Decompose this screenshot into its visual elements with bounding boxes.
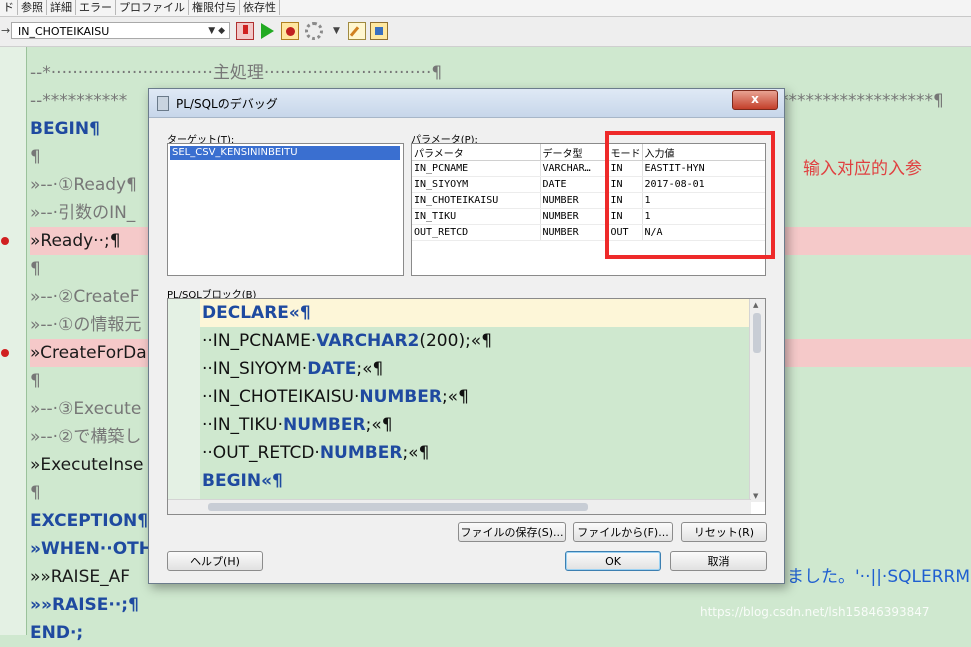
load-file-button[interactable]: ファイルから(F)...	[573, 522, 673, 542]
help-button[interactable]: ヘルプ(H)	[167, 551, 263, 571]
param-type: DATE	[540, 176, 609, 193]
tab-profile[interactable]: プロファイル	[116, 0, 189, 15]
scrollbar-thumb[interactable]	[753, 313, 761, 353]
arrow-icon: →	[1, 24, 11, 37]
column-header[interactable]: パラメータ	[412, 144, 541, 161]
horizontal-scrollbar[interactable]	[168, 499, 751, 514]
param-name: IN_PCNAME	[412, 160, 541, 177]
procedure-select-value: IN_CHOTEIKAISU	[18, 25, 110, 38]
tab-dependencies[interactable]: 依存性	[240, 0, 280, 15]
scroll-down-icon[interactable]: ▼	[753, 492, 758, 500]
breakpoint-icon[interactable]	[1, 237, 9, 245]
param-type: VARCHAR…	[540, 160, 609, 177]
ok-button[interactable]: OK	[565, 551, 661, 571]
dialog-titlebar[interactable]: PL/SQLのデバッグ x	[149, 89, 784, 118]
save-file-button[interactable]: ファイルの保存(S)...	[458, 522, 566, 542]
plsql-block-editor[interactable]: DECLARE«¶ ··IN_PCNAME·VARCHAR2(200);«¶ ·…	[167, 298, 766, 515]
code-area[interactable]: DECLARE«¶ ··IN_PCNAME·VARCHAR2(200);«¶ ·…	[200, 299, 751, 502]
watermark: https://blog.csdn.net/lsh15846393847	[700, 605, 930, 619]
tab-grants[interactable]: 権限付与	[189, 0, 240, 15]
dialog-title: PL/SQLのデバッグ	[176, 97, 278, 111]
editor-tab-strip: ド参照 詳細 エラー プロファイル 権限付与 依存性	[0, 0, 971, 17]
highlight-box	[605, 131, 775, 259]
param-type: NUMBER	[540, 192, 609, 209]
code-line: --*······························主処理····…	[30, 63, 443, 83]
code-line: ··OUT_RETCD·NUMBER;«¶	[202, 443, 430, 463]
code-line: ··IN_SIYOYM·DATE;«¶	[202, 359, 384, 379]
edit-icon[interactable]	[348, 22, 366, 40]
param-name: IN_TIKU	[412, 208, 541, 225]
gear-icon[interactable]	[305, 22, 323, 40]
tab-code[interactable]: ド	[0, 0, 18, 15]
param-type: NUMBER	[540, 224, 609, 241]
toolbar: → IN_CHOTEIKAISU ▼ ◆ ▼	[0, 17, 971, 47]
param-type: NUMBER	[540, 208, 609, 225]
editor-gutter[interactable]	[0, 47, 27, 635]
close-icon: x	[751, 92, 759, 106]
database-icon	[157, 96, 169, 111]
tab-references[interactable]: 参照	[18, 0, 47, 15]
code-line: ··IN_PCNAME·VARCHAR2(200);«¶	[202, 331, 493, 351]
debug-icon[interactable]	[281, 22, 299, 40]
tab-errors[interactable]: エラー	[76, 0, 116, 15]
annotation-text: 输入对应的入参	[803, 159, 922, 179]
vertical-scrollbar[interactable]: ▲ ▼	[749, 299, 765, 502]
procedure-select[interactable]: IN_CHOTEIKAISU ▼ ◆	[11, 22, 230, 39]
code-line: DECLARE«¶	[200, 299, 751, 327]
cancel-button[interactable]: 取消	[670, 551, 767, 571]
run-icon[interactable]	[258, 22, 276, 40]
chevron-down-icon[interactable]: ▼	[333, 26, 340, 36]
pin-icon[interactable]	[236, 22, 254, 40]
scrollbar-thumb[interactable]	[208, 503, 588, 511]
param-name: IN_CHOTEIKAISU	[412, 192, 541, 209]
param-name: OUT_RETCD	[412, 224, 541, 241]
code-line: ··IN_TIKU·NUMBER;«¶	[202, 415, 393, 435]
code-line: BEGIN«¶	[202, 471, 283, 491]
code-line: ··IN_CHOTEIKAISU·NUMBER;«¶	[202, 387, 469, 407]
target-list[interactable]: SEL_CSV_KENSININBEITU	[167, 143, 404, 276]
chevron-down-icon: ▼ ◆	[208, 26, 225, 36]
compile-icon[interactable]	[370, 22, 388, 40]
scroll-up-icon[interactable]: ▲	[753, 301, 758, 309]
column-header[interactable]: データ型	[540, 144, 609, 161]
target-item-selected[interactable]: SEL_CSV_KENSININBEITU	[170, 146, 400, 160]
param-name: IN_SIYOYM	[412, 176, 541, 193]
close-button[interactable]: x	[732, 90, 778, 110]
debug-dialog: PL/SQLのデバッグ x ターゲット(T): SEL_CSV_KENSININ…	[148, 88, 922, 584]
breakpoint-icon[interactable]	[1, 349, 9, 357]
code-line: END·;	[30, 623, 84, 643]
code-gutter	[168, 299, 200, 502]
reset-button[interactable]: リセット(R)	[681, 522, 767, 542]
tab-details[interactable]: 詳細	[47, 0, 76, 15]
